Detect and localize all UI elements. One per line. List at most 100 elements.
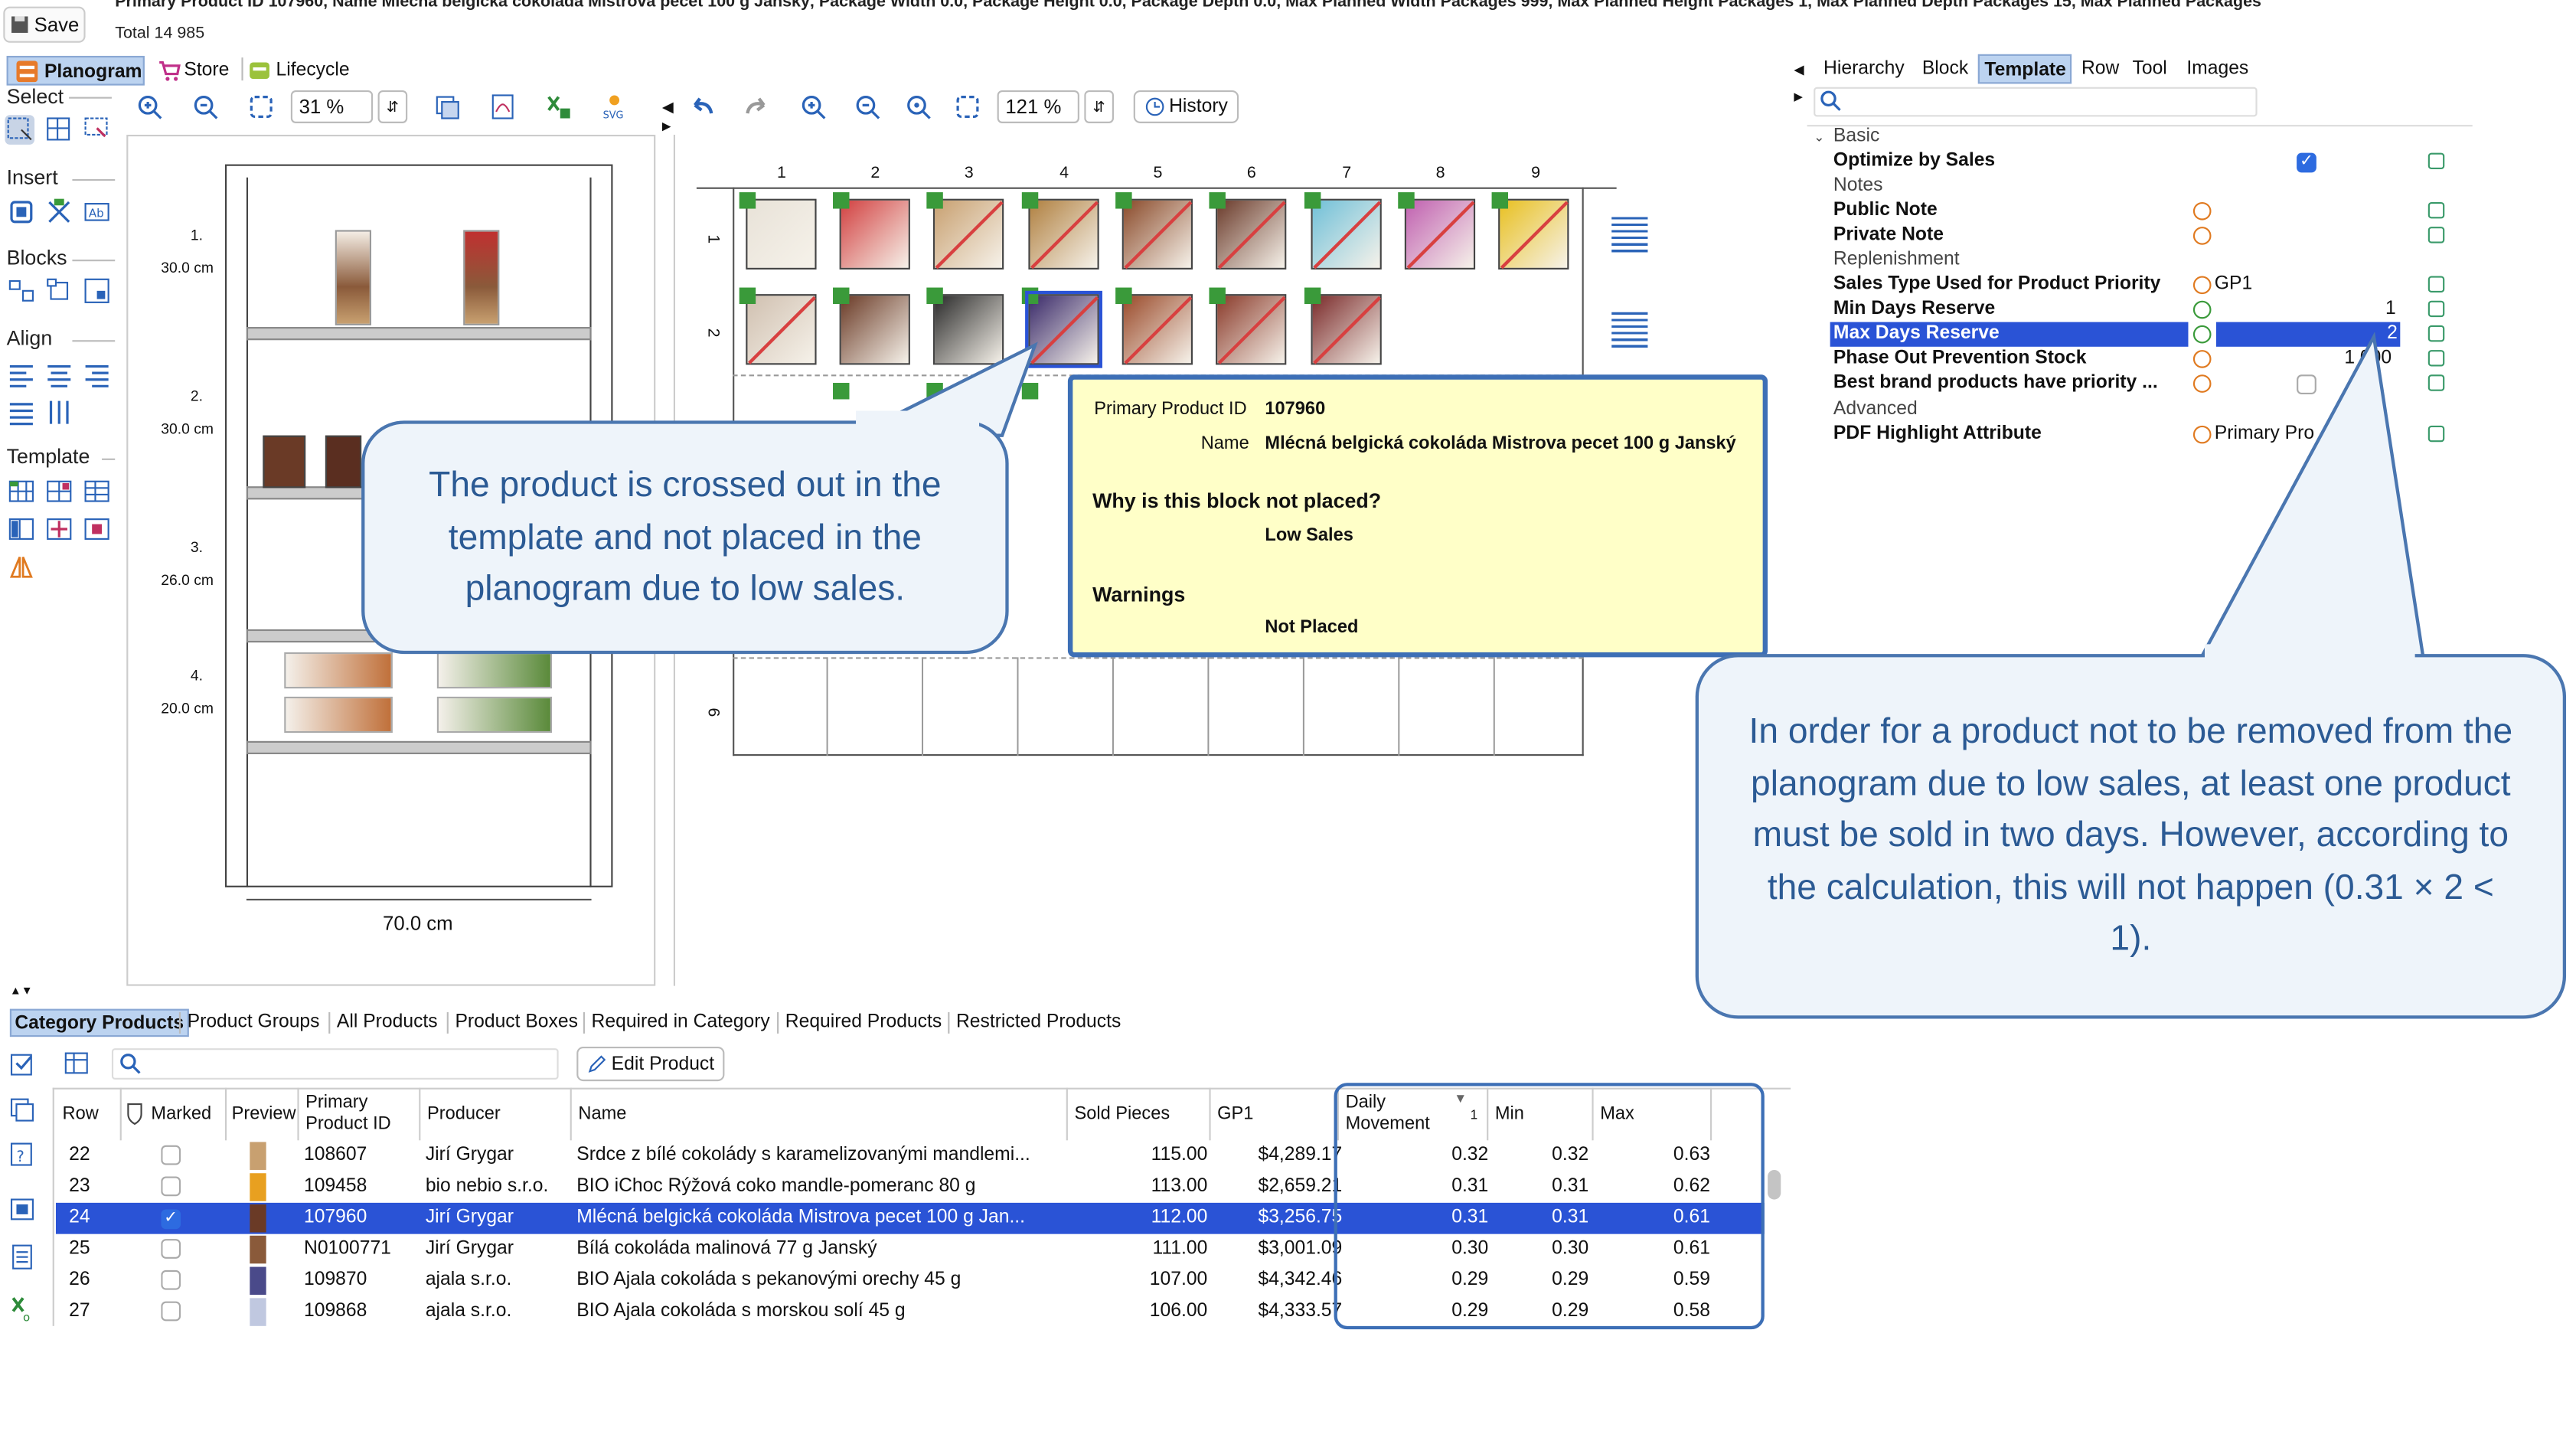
zoom-left-stepper[interactable]: ⇵	[377, 90, 408, 123]
redo-icon[interactable]	[743, 92, 772, 122]
undo-icon[interactable]	[687, 92, 717, 122]
row-marked-checkbox[interactable]	[161, 1296, 194, 1328]
zoom-reset-icon[interactable]	[903, 92, 933, 122]
blocks-split-icon[interactable]	[44, 276, 74, 306]
bottom-tab[interactable]: Restricted Products	[953, 1009, 1125, 1037]
group-notes[interactable]: Notes	[1810, 174, 2473, 198]
template-grid-icon[interactable]	[7, 476, 37, 506]
row-marked-checkbox[interactable]: ✓	[161, 1203, 194, 1234]
template-block[interactable]	[1021, 192, 1105, 276]
reset-icon[interactable]	[2427, 300, 2445, 318]
tab-store[interactable]: Store	[155, 56, 240, 86]
row-marked-checkbox[interactable]	[161, 1171, 194, 1203]
template-block[interactable]	[1491, 192, 1575, 276]
inherit-icon[interactable]	[2192, 227, 2212, 245]
template-block[interactable]	[1304, 287, 1388, 371]
template-mirror-icon[interactable]	[7, 552, 37, 582]
blocks-merge-icon[interactable]	[82, 276, 112, 306]
prop-min-days[interactable]: Min Days Reserve 1	[1810, 297, 2473, 322]
product-image[interactable]	[284, 696, 393, 734]
override-icon[interactable]	[2192, 300, 2212, 319]
row-marked-checkbox[interactable]	[161, 1265, 194, 1296]
prop-sales-type[interactable]: Sales Type Used for Product Priority GP1	[1810, 273, 2473, 297]
template-fill-icon[interactable]	[44, 476, 74, 506]
tab-block[interactable]: Block	[1922, 54, 1968, 84]
export-excel-icon[interactable]: o	[8, 1293, 38, 1323]
inherit-icon[interactable]	[2192, 201, 2212, 221]
template-table-icon[interactable]	[82, 476, 112, 506]
svg-export-icon[interactable]: SVG	[599, 92, 629, 122]
template-block[interactable]	[1398, 192, 1481, 276]
checkbox[interactable]	[161, 1145, 181, 1165]
checkbox[interactable]	[161, 1269, 181, 1290]
template-delete-icon[interactable]	[82, 515, 112, 544]
col-header-name[interactable]: Name	[572, 1087, 1068, 1141]
prop-public-note[interactable]: Public Note	[1810, 199, 2473, 224]
help-icon[interactable]: ?	[8, 1140, 38, 1170]
bottom-tab[interactable]: Required in Category	[588, 1009, 773, 1037]
splitter[interactable]	[0, 994, 1807, 997]
product-image[interactable]	[335, 230, 371, 325]
select-pointer-icon[interactable]	[82, 115, 112, 145]
history-button[interactable]: History	[1133, 90, 1239, 123]
table-scrollbar[interactable]	[1768, 1169, 1781, 1200]
tab-hierarchy[interactable]: Hierarchy	[1823, 54, 1905, 84]
zoom-in-icon[interactable]	[135, 92, 165, 122]
product-image[interactable]	[284, 652, 393, 689]
reset-icon[interactable]	[2427, 152, 2445, 170]
col-header-row[interactable]: Row	[56, 1087, 122, 1141]
row-marked-checkbox[interactable]	[161, 1234, 194, 1266]
zoom-right-field[interactable]: 121 %	[997, 90, 1079, 123]
bottom-tab[interactable]: Product Groups	[184, 1009, 322, 1037]
template-block[interactable]	[1115, 287, 1199, 371]
blocks-add-icon[interactable]	[7, 276, 37, 306]
product-image[interactable]	[263, 435, 306, 489]
save-button[interactable]: Save	[3, 6, 86, 43]
fit-icon[interactable]	[246, 92, 276, 122]
tab-template[interactable]: Template	[1977, 54, 2072, 84]
row-handle-icon[interactable]	[1611, 217, 1648, 253]
reset-icon[interactable]	[2427, 201, 2445, 219]
col-header-producer[interactable]: Producer	[420, 1087, 572, 1141]
template-move-icon[interactable]	[44, 515, 74, 544]
col-header-pid[interactable]: Primary Product ID	[299, 1087, 421, 1141]
template-block[interactable]	[1304, 192, 1388, 276]
zoom-right-stepper[interactable]: ⇵	[1084, 90, 1114, 123]
optimize-checkbox[interactable]: ✓	[2297, 152, 2316, 173]
insert-products-icon[interactable]	[44, 198, 74, 227]
pdf-icon[interactable]	[488, 92, 517, 122]
group-replenishment[interactable]: Replenishment	[1810, 248, 2473, 273]
zoom-out-icon-right[interactable]	[853, 92, 883, 122]
align-left-icon[interactable]	[7, 360, 37, 390]
bottom-tab[interactable]: All Products	[334, 1009, 441, 1037]
list-icon[interactable]	[8, 1242, 38, 1272]
product-image[interactable]	[325, 435, 362, 489]
copy-rows-icon[interactable]	[8, 1096, 38, 1126]
prop-private-note[interactable]: Private Note	[1810, 224, 2473, 248]
tab-planogram[interactable]: Planogram	[6, 55, 145, 86]
template-block[interactable]	[833, 192, 916, 276]
align-justify-icon[interactable]	[7, 397, 37, 427]
reset-icon[interactable]	[2427, 276, 2445, 292]
template-block[interactable]	[926, 192, 1010, 276]
fit-icon-right[interactable]	[953, 92, 983, 122]
checkbox[interactable]	[161, 1301, 181, 1322]
inherit-icon[interactable]	[2192, 276, 2212, 295]
bottom-tab[interactable]: Required Products	[782, 1009, 945, 1037]
reset-icon[interactable]	[2427, 227, 2445, 243]
template-rows-icon[interactable]	[7, 515, 37, 544]
select-all-icon[interactable]	[8, 1048, 38, 1078]
bottom-tab[interactable]: Product Boxes	[452, 1009, 581, 1037]
checkbox[interactable]	[161, 1176, 181, 1197]
product-image[interactable]	[436, 696, 553, 734]
edit-product-button[interactable]: Edit Product	[576, 1047, 725, 1082]
tab-images[interactable]: Images	[2186, 54, 2248, 84]
align-center-icon[interactable]	[44, 360, 74, 390]
insert-shelf-icon[interactable]	[7, 198, 37, 227]
table-settings-icon[interactable]	[63, 1048, 93, 1078]
prop-optimize-by-sales[interactable]: Optimize by Sales ✓	[1810, 149, 2473, 174]
tab-tool[interactable]: Tool	[2133, 54, 2167, 84]
product-search-input[interactable]	[111, 1048, 559, 1080]
col-header-preview[interactable]: Preview	[227, 1087, 299, 1141]
select-grid-icon[interactable]	[44, 115, 74, 145]
